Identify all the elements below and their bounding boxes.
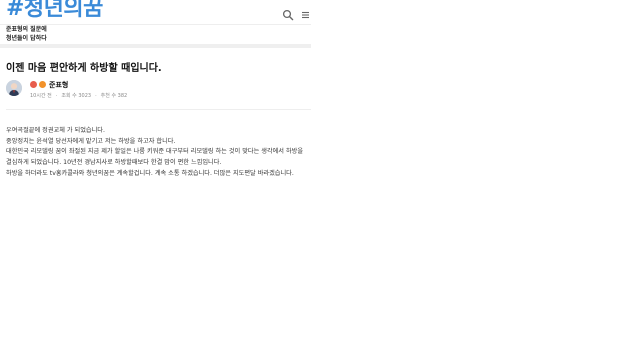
author-row: 준표형 xyxy=(30,80,68,89)
meta-separator: · xyxy=(55,93,58,99)
post-paragraph: 하방을 하더라도 tv홍카콜라와 청년의꿈은 계속할겁니다. 계속 소통 하겠습… xyxy=(6,169,294,177)
post-time: 10시간 전 xyxy=(30,93,52,99)
author-name[interactable]: 준표형 xyxy=(49,80,68,90)
view-count: 조회 수 3023 xyxy=(61,93,92,99)
sub-navigation: 준표형의 질문에 청년들이 답하다 xyxy=(6,25,206,43)
subnav-item-answer[interactable]: 청년들이 답하다 xyxy=(6,34,206,43)
post-paragraph: 대한민국 리모델링 꿈이 좌절된 지금 제가 할일은 나룸 키워준 대구부터 리… xyxy=(6,148,304,167)
author-avatar[interactable] xyxy=(6,80,22,96)
post-meta: 10시간 전 · 조회 수 3023 · 추천 수 382 xyxy=(30,92,127,99)
top-bar: #청년의꿈 xyxy=(0,0,311,24)
subnav-item-question[interactable]: 준표형의 질문에 xyxy=(6,25,206,34)
menu-button[interactable] xyxy=(300,6,311,19)
site-logo[interactable]: #청년의꿈 xyxy=(6,0,103,22)
hamburger-menu-icon xyxy=(302,11,309,19)
recommend-count: 추천 수 382 xyxy=(100,93,128,99)
search-button[interactable] xyxy=(282,6,294,21)
medal-badge-icon xyxy=(39,81,46,88)
post-title: 이젠 마음 편안하게 하방할 때입니다. xyxy=(6,63,162,74)
section-separator xyxy=(0,44,311,48)
post-paragraph: 중앙정치는 윤석열 당선자에게 맡기고 저는 하방을 하고자 합니다. xyxy=(6,137,176,145)
post-body: 우여곡절끝에 정권교체 가 되었습니다. 중앙정치는 윤석열 당선자에게 맡기고… xyxy=(6,126,306,180)
person-avatar-icon xyxy=(6,80,22,96)
search-icon xyxy=(282,9,294,21)
post-paragraph: 우여곡절끝에 정권교체 가 되었습니다. xyxy=(6,127,105,134)
page: #청년의꿈 준표형의 질문에 청년들이 답하다 이젠 마음 편안하게 하방할 때… xyxy=(0,0,640,360)
post-header-divider xyxy=(6,109,311,110)
level-badge-icon xyxy=(30,81,37,88)
meta-separator: · xyxy=(95,93,97,99)
